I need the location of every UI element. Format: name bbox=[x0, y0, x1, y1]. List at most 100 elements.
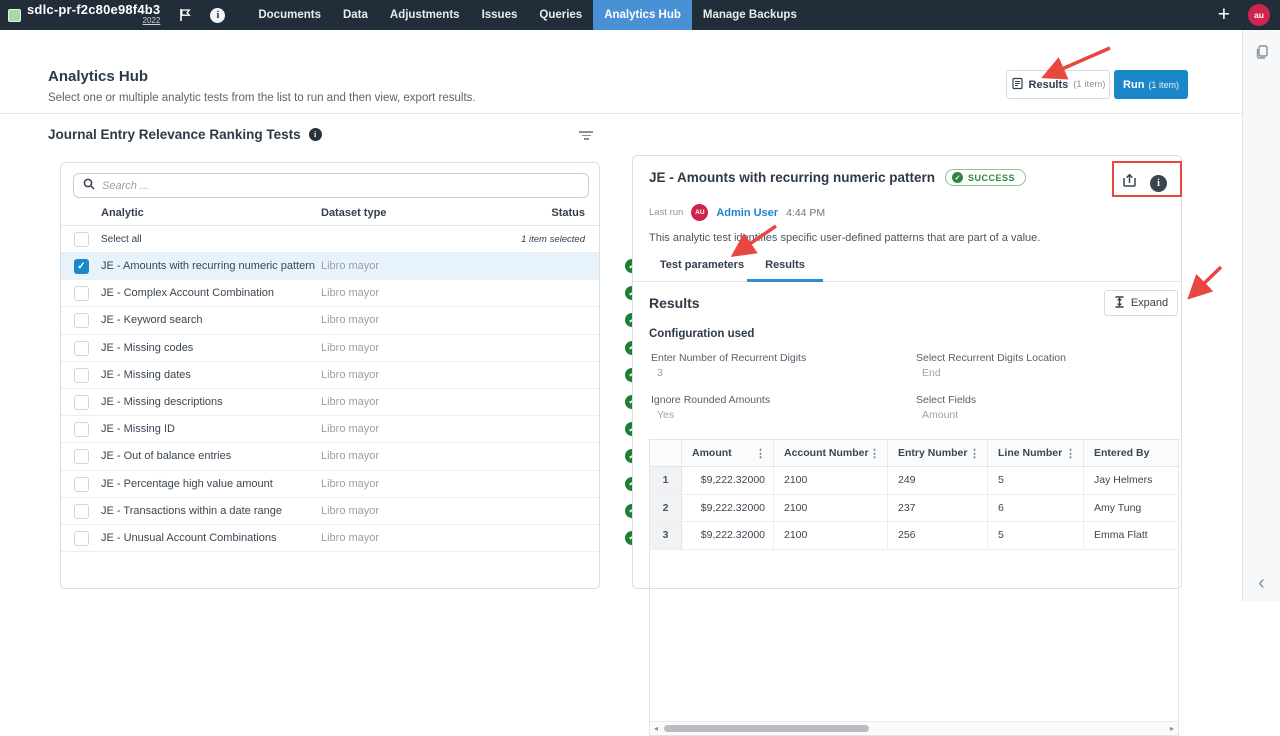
test-name: JE - Complex Account Combination bbox=[101, 287, 274, 299]
collapse-panel-chevron[interactable]: ‹ bbox=[1258, 572, 1265, 595]
expand-button[interactable]: Expand bbox=[1104, 290, 1178, 316]
test-row[interactable]: JE - Missing IDLibro mayor✓ bbox=[61, 416, 599, 443]
test-name: JE - Unusual Account Combinations bbox=[101, 532, 276, 544]
tab-test-parameters[interactable]: Test parameters bbox=[647, 251, 757, 282]
config-label: Enter Number of Recurrent Digits bbox=[651, 352, 916, 364]
project-selector[interactable]: sdlc-pr-f2c80e98f4b3 2022 bbox=[8, 4, 160, 26]
nav-item-issues[interactable]: Issues bbox=[471, 0, 529, 30]
filter-icon[interactable] bbox=[578, 131, 594, 140]
select-all-checkbox[interactable] bbox=[74, 232, 89, 247]
top-nav: DocumentsDataAdjustmentsIssuesQueriesAna… bbox=[247, 0, 808, 30]
config-label: Select Recurrent Digits Location bbox=[916, 352, 1156, 364]
row-checkbox[interactable] bbox=[74, 395, 89, 410]
scrollbar-thumb[interactable] bbox=[664, 725, 869, 732]
nav-item-data[interactable]: Data bbox=[332, 0, 379, 30]
row-checkbox[interactable] bbox=[74, 313, 89, 328]
results-button-label: Results bbox=[1029, 79, 1069, 91]
test-detail-panel: JE - Amounts with recurring numeric patt… bbox=[632, 155, 1182, 589]
config-label: Ignore Rounded Amounts bbox=[651, 394, 916, 406]
config-value: End bbox=[916, 367, 1156, 379]
row-number: 1 bbox=[650, 467, 682, 494]
info-icon-topbar[interactable]: i bbox=[210, 8, 225, 23]
dataset-type: Libro mayor bbox=[321, 314, 379, 326]
test-row[interactable]: JE - Percentage high value amount Libro m… bbox=[61, 471, 599, 498]
row-checkbox[interactable] bbox=[74, 477, 89, 492]
config-value: Yes bbox=[651, 409, 916, 421]
test-row[interactable]: ✓JE - Amounts with recurring numeric pat… bbox=[61, 253, 599, 280]
line-number-cell: 6 bbox=[988, 495, 1084, 522]
detail-tabs: Test parameters Results bbox=[633, 251, 1181, 282]
row-checkbox[interactable] bbox=[74, 341, 89, 356]
nav-item-documents[interactable]: Documents bbox=[247, 0, 332, 30]
row-checkbox[interactable] bbox=[74, 449, 89, 464]
line-number-cell: 5 bbox=[988, 467, 1084, 494]
row-checkbox[interactable] bbox=[74, 531, 89, 546]
test-name: JE - Percentage high value amount bbox=[101, 478, 273, 490]
test-row[interactable]: JE - Missing codesLibro mayor✓ bbox=[61, 335, 599, 362]
copy-pages-icon[interactable] bbox=[1254, 44, 1270, 65]
search-input[interactable] bbox=[102, 180, 579, 192]
last-run-user-link[interactable]: Admin User bbox=[716, 207, 778, 219]
column-header-line-number[interactable]: Line Number⋮ bbox=[988, 440, 1084, 466]
column-menu-icon[interactable]: ⋮ bbox=[1065, 447, 1076, 460]
test-row[interactable]: JE - Missing descriptionsLibro mayor✓ bbox=[61, 389, 599, 416]
row-checkbox[interactable]: ✓ bbox=[74, 259, 89, 274]
test-name: JE - Missing codes bbox=[101, 342, 193, 354]
row-checkbox[interactable] bbox=[74, 286, 89, 301]
test-name: JE - Transactions within a date range bbox=[101, 505, 282, 517]
results-button-count: (1 item) bbox=[1073, 79, 1105, 90]
dataset-type: Libro mayor bbox=[321, 478, 379, 490]
nav-item-analytics-hub[interactable]: Analytics Hub bbox=[593, 0, 692, 30]
account-number-cell: 2100 bbox=[774, 522, 888, 549]
info-icon-detail[interactable]: i bbox=[1150, 175, 1167, 192]
config-item: Enter Number of Recurrent Digits3 bbox=[651, 352, 916, 379]
user-avatar[interactable]: au bbox=[1248, 4, 1270, 26]
column-header-account-number[interactable]: Account Number⋮ bbox=[774, 440, 888, 466]
scroll-right-arrow[interactable]: ▸ bbox=[1170, 724, 1174, 733]
project-year: 2022 bbox=[143, 15, 161, 26]
tab-results[interactable]: Results bbox=[747, 251, 823, 282]
result-row: 2$9,222.3200021002376Amy Tung bbox=[650, 495, 1178, 523]
run-button[interactable]: Run (1 item) bbox=[1114, 70, 1188, 99]
column-header-entry-number[interactable]: Entry Number⋮ bbox=[888, 440, 988, 466]
test-row[interactable]: JE - Out of balance entriesLibro mayor✓ bbox=[61, 443, 599, 470]
column-menu-icon[interactable]: ⋮ bbox=[755, 447, 766, 460]
dataset-type: Libro mayor bbox=[321, 505, 379, 517]
info-icon-tests[interactable]: i bbox=[309, 128, 322, 141]
scroll-left-arrow[interactable]: ◂ bbox=[654, 724, 658, 733]
test-row[interactable]: JE - Unusual Account CombinationsLibro m… bbox=[61, 525, 599, 552]
tests-section-title: Journal Entry Relevance Ranking Tests i bbox=[48, 127, 322, 142]
page: sdlc-pr-f2c80e98f4b3 2022 i DocumentsDat… bbox=[0, 0, 1280, 601]
column-header-entered-by[interactable]: Entered By bbox=[1084, 440, 1178, 466]
test-row[interactable]: JE - Transactions within a date range Lib… bbox=[61, 498, 599, 525]
page-subtitle: Select one or multiple analytic tests fr… bbox=[48, 92, 476, 104]
test-row[interactable]: JE - Complex Account CombinationLibro ma… bbox=[61, 280, 599, 307]
export-icon[interactable] bbox=[1121, 172, 1138, 194]
search-icon bbox=[83, 177, 95, 195]
top-bar: sdlc-pr-f2c80e98f4b3 2022 i DocumentsDat… bbox=[0, 0, 1280, 30]
row-checkbox[interactable] bbox=[74, 504, 89, 519]
account-number-cell: 2100 bbox=[774, 467, 888, 494]
select-all-row: Select all 1 item selected bbox=[61, 226, 599, 253]
entry-number-cell: 256 bbox=[888, 522, 988, 549]
column-menu-icon[interactable]: ⋮ bbox=[869, 447, 880, 460]
column-menu-icon[interactable]: ⋮ bbox=[969, 447, 980, 460]
add-icon[interactable]: + bbox=[1218, 1, 1230, 29]
results-button[interactable]: Results (1 item) bbox=[1006, 70, 1110, 99]
nav-item-queries[interactable]: Queries bbox=[528, 0, 593, 30]
nav-item-manage-backups[interactable]: Manage Backups bbox=[692, 0, 808, 30]
column-header-amount[interactable]: Amount⋮ bbox=[682, 440, 774, 466]
badge-label: SUCCESS bbox=[968, 173, 1015, 183]
test-row[interactable]: JE - Missing datesLibro mayor✓ bbox=[61, 362, 599, 389]
row-checkbox[interactable] bbox=[74, 368, 89, 383]
nav-item-adjustments[interactable]: Adjustments bbox=[379, 0, 471, 30]
entered-by-cell: Emma Flatt bbox=[1084, 522, 1178, 549]
flag-icon[interactable] bbox=[178, 8, 192, 22]
horizontal-scrollbar[interactable]: ◂ ▸ bbox=[650, 721, 1178, 735]
test-row[interactable]: JE - Keyword searchLibro mayor✓ bbox=[61, 307, 599, 334]
result-row: 1$9,222.3200021002495Jay Helmers bbox=[650, 467, 1178, 495]
tests-list-header: Analytic Dataset type Status bbox=[61, 203, 599, 226]
last-run-row: Last run AU Admin User 4:44 PM bbox=[649, 204, 825, 221]
row-checkbox[interactable] bbox=[74, 422, 89, 437]
table-corner-cell bbox=[650, 440, 682, 466]
